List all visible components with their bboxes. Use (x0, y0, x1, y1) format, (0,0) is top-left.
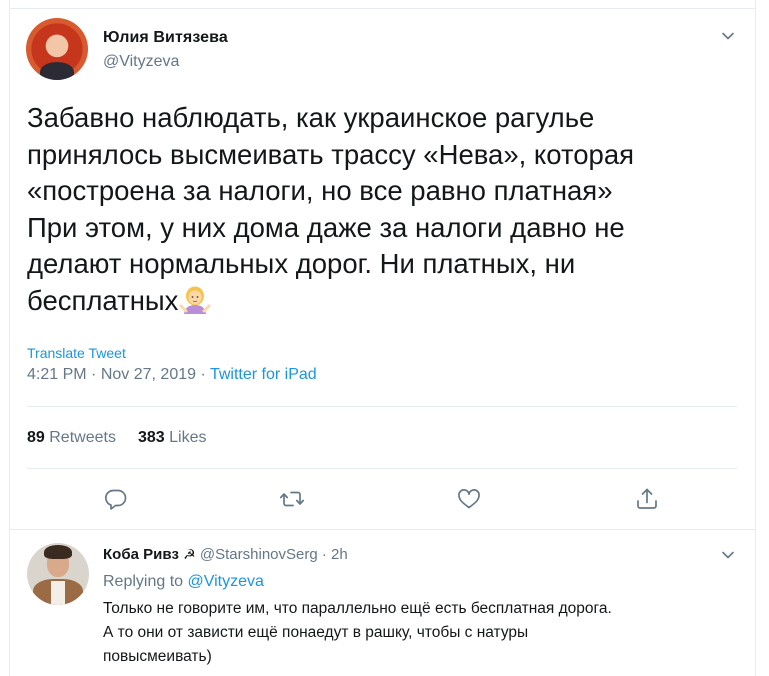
tweet-line: При этом, у них дома даже за налоги давн… (27, 211, 625, 243)
retweets-label: Retweets (49, 429, 116, 446)
reply-line: А то они от зависти ещё понаедут в рашку… (103, 624, 529, 641)
heart-icon (458, 489, 480, 509)
reply-author-name[interactable]: Коба Ривз (103, 546, 179, 563)
reply-text: Только не говорите им, что параллельно е… (103, 597, 743, 669)
replying-to: Replying to @Vityzeva (103, 573, 264, 591)
woman-shrugging-emoji (179, 284, 211, 316)
author-name[interactable]: Юлия Витязева (103, 29, 228, 47)
tweet-date[interactable]: Nov 27, 2019 (101, 366, 196, 383)
likes-stat[interactable]: 383 Likes (138, 429, 207, 446)
reply-separator: · (321, 546, 327, 563)
stats-divider-top (27, 406, 737, 407)
author-handle[interactable]: @Vityzeva (103, 53, 179, 71)
reply-time[interactable]: 2h (331, 546, 348, 563)
tweet-text: Забавно наблюдать, как украинское рагуль… (27, 100, 727, 319)
reply-author-avatar[interactable] (27, 543, 89, 605)
tweet-line: бесплатных (27, 284, 179, 316)
timeline-border-left (9, 0, 10, 676)
tweet-line: «построена за налоги, но все равно платн… (27, 175, 613, 206)
replying-to-handle[interactable]: @Vityzeva (188, 573, 264, 590)
meta-separator: · (200, 366, 206, 383)
chevron-down-icon[interactable] (721, 29, 735, 43)
tweet-source-link[interactable]: Twitter for iPad (210, 366, 317, 383)
likes-label: Likes (169, 429, 207, 446)
tweet-line: делают нормальных дорог. Ни платных, ни (27, 248, 576, 279)
reply-header: Коба Ривз ☭ @StarshinovSerg · 2h (103, 546, 348, 563)
meta-separator: · (91, 366, 97, 383)
stats-divider-bottom (27, 468, 737, 469)
author-avatar[interactable] (26, 18, 88, 80)
retweet-button[interactable] (279, 486, 305, 512)
translate-tweet-link[interactable]: Translate Tweet (27, 345, 126, 361)
hammer-sickle-icon: ☭ (183, 546, 196, 562)
likes-count: 383 (137, 429, 165, 446)
replying-label: Replying to (103, 573, 184, 590)
retweets-count: 89 (27, 429, 45, 446)
retweet-icon (279, 491, 305, 507)
tweet-divider (9, 529, 756, 530)
reply-line: Только не говорите им, что параллельно е… (103, 600, 612, 617)
share-icon (637, 488, 657, 509)
share-button[interactable] (634, 486, 660, 512)
reply-line: повысмеивать) (103, 648, 212, 665)
reply-author-handle[interactable]: @StarshinovSerg (200, 546, 318, 563)
reply-icon (105, 489, 127, 510)
chevron-down-icon[interactable] (721, 548, 735, 562)
tweet-line: принялось высмеивать трассу «Нева», кото… (27, 138, 635, 170)
tweet-meta: 4:21 PM · Nov 27, 2019 · Twitter for iPa… (27, 366, 317, 384)
reply-button[interactable] (103, 486, 129, 512)
retweets-stat[interactable]: 89 Retweets (27, 429, 116, 446)
tweet-stats: 89 Retweets 383 Likes (27, 429, 206, 447)
like-button[interactable] (456, 486, 482, 512)
timeline-border-right (755, 0, 756, 676)
tweet-time[interactable]: 4:21 PM (27, 366, 87, 383)
timeline-border-top (9, 8, 756, 9)
tweet-line: Забавно наблюдать, как украинское рагуль… (27, 102, 595, 133)
